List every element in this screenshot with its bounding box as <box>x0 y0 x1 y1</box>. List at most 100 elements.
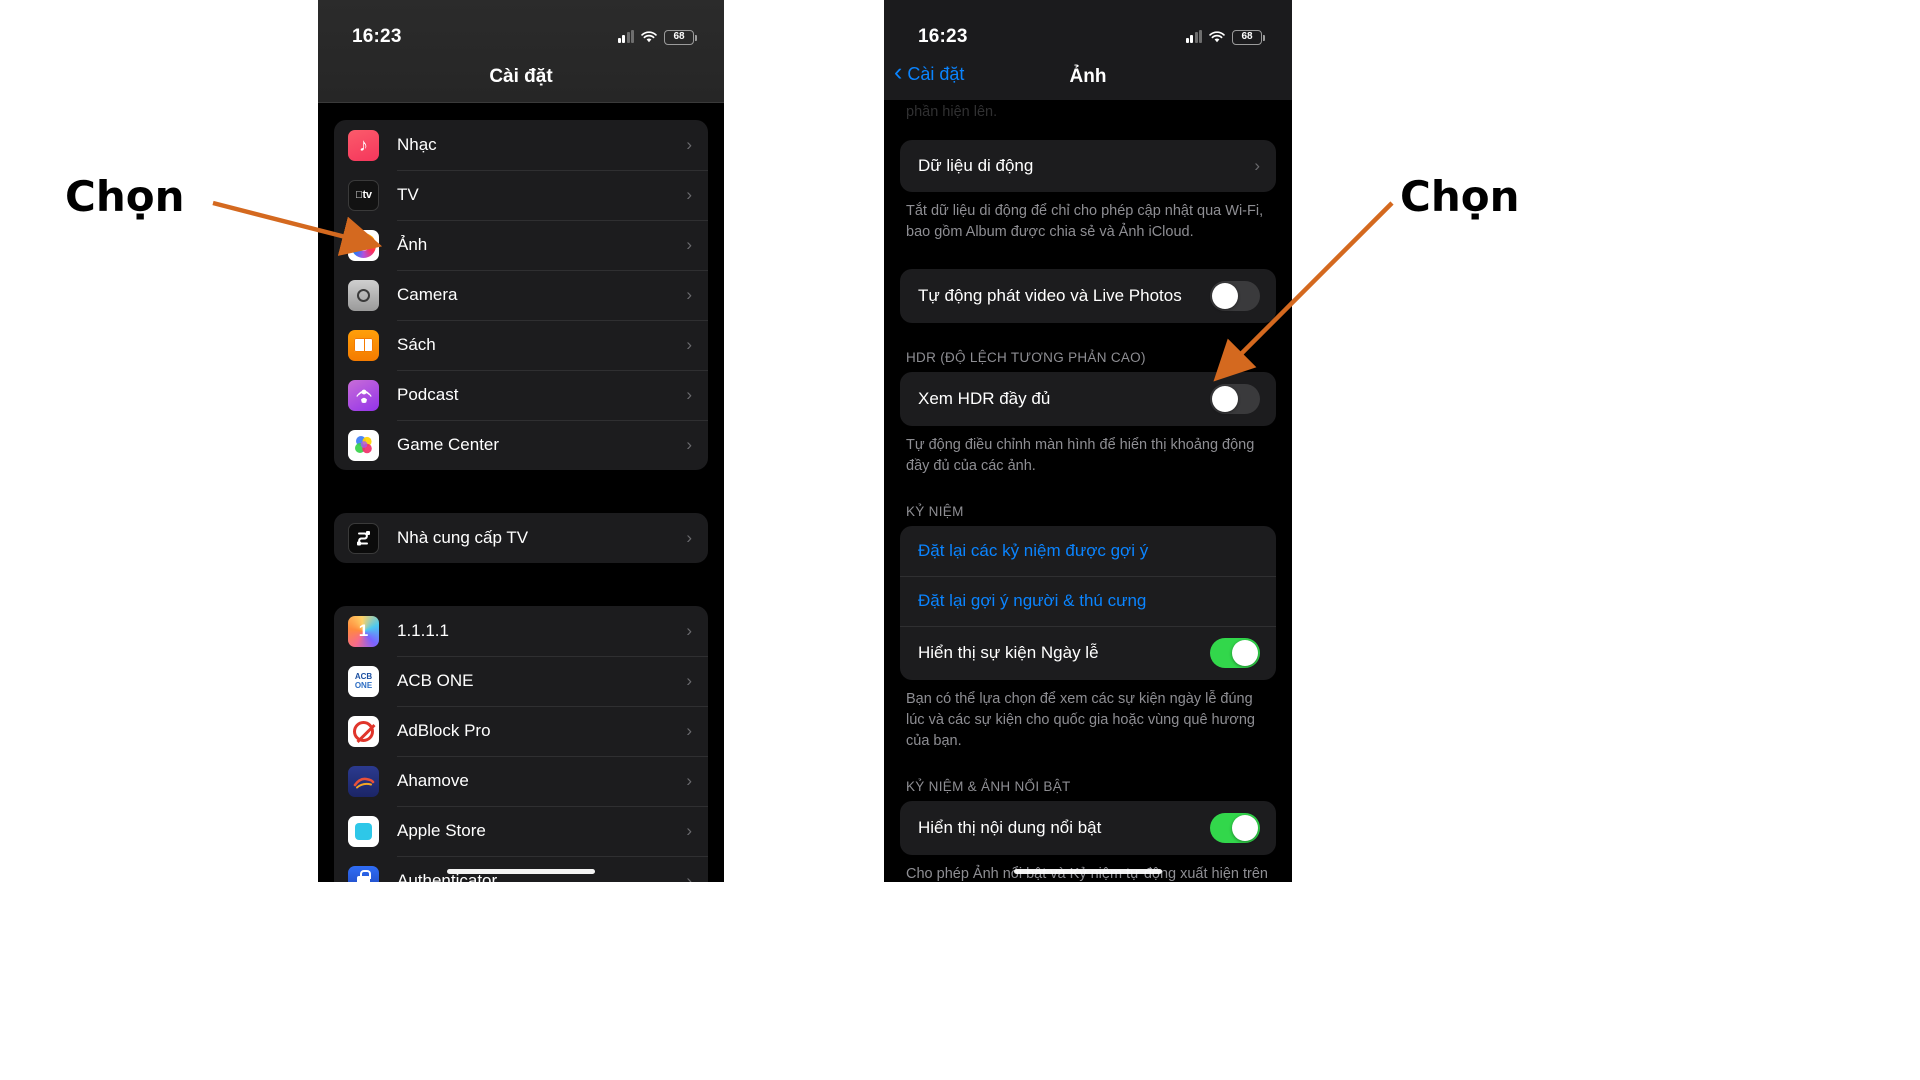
acb-icon-line2: ONE <box>354 681 373 690</box>
row-label: Game Center <box>397 435 500 454</box>
settings-row-acb-one[interactable]: ACB ONE ACB ONE › <box>334 656 708 706</box>
right-navigation-bar: 16:23 68 ‹ Cài đặt Ảnh <box>884 0 1292 100</box>
group-autoplay: Tự động phát video và Live Photos <box>900 269 1276 323</box>
status-time: 16:23 <box>352 26 402 47</box>
row-label: Ahamove <box>397 771 469 790</box>
row-label: Podcast <box>397 385 459 404</box>
row-label: Sách <box>397 335 436 354</box>
row-label: Apple Store <box>397 821 486 840</box>
row-reset-suggested-memories[interactable]: Đặt lại các kỷ niệm được gợi ý <box>900 526 1276 576</box>
settings-row-adblock-pro[interactable]: AdBlock Pro › <box>334 706 708 756</box>
settings-row-camera[interactable]: Camera › <box>334 270 708 320</box>
page-title: Ảnh <box>1069 66 1107 87</box>
settings-row-1111[interactable]: 1 1.1.1.1 › <box>334 606 708 656</box>
row-reset-people-pet-suggestions[interactable]: Đặt lại gợi ý người & thú cưng <box>900 576 1276 626</box>
settings-row-anh[interactable]: Ảnh › <box>334 220 708 270</box>
chevron-right-icon: › <box>686 621 692 640</box>
row-label: Đặt lại các kỷ niệm được gợi ý <box>918 541 1149 560</box>
battery-percent: 68 <box>673 31 685 42</box>
row-label: Nhà cung cấp TV <box>397 528 529 547</box>
footnote-cellular-data: Tắt dữ liệu di động để chỉ cho phép cập … <box>906 203 1264 240</box>
settings-row-game-center[interactable]: Game Center › <box>334 420 708 470</box>
settings-row-apple-store[interactable]: Apple Store › <box>334 806 708 856</box>
annotation-label-left: Chọn <box>65 172 185 221</box>
chevron-right-icon: › <box>686 435 692 454</box>
wifi-icon <box>1209 31 1225 43</box>
row-label: TV <box>397 185 419 204</box>
tv-provider-icon <box>348 522 379 554</box>
battery-percent: 68 <box>1241 31 1253 42</box>
left-phone-screenshot: 16:23 68 Cài đặt ♪ Nhạc › tv TV › Ảnh › … <box>318 0 724 882</box>
section-header-hdr: HDR (ĐỘ LỆCH TƯƠNG PHẢN CAO) <box>906 350 1146 365</box>
chevron-right-icon: › <box>686 385 692 404</box>
settings-row-tv-provider[interactable]: Nhà cung cấp TV › <box>334 513 708 563</box>
left-status-bar: 16:23 68 <box>318 0 724 58</box>
right-settings-scroll[interactable]: phần hiện lên. Dữ liệu di động › Tắt dữ … <box>884 0 1292 882</box>
settings-row-tv[interactable]: tv TV › <box>334 170 708 220</box>
home-indicator <box>447 869 595 874</box>
battery-icon: 68 <box>664 29 697 45</box>
row-label: 1.1.1.1 <box>397 621 449 640</box>
adblock-pro-icon <box>348 715 379 747</box>
section-header-memories: KỶ NIỆM <box>906 504 964 519</box>
row-label: Tự động phát video và Live Photos <box>918 286 1182 305</box>
chevron-right-icon: › <box>1254 156 1260 175</box>
left-navigation-bar: 16:23 68 Cài đặt <box>318 0 724 103</box>
row-label: Ảnh <box>397 235 428 254</box>
settings-row-sach[interactable]: Sách › <box>334 320 708 370</box>
one-one-icon: 1 <box>348 615 379 647</box>
chevron-right-icon: › <box>686 185 692 204</box>
toggle-autoplay-video[interactable] <box>1210 281 1260 311</box>
cellular-signal-icon <box>617 30 634 43</box>
podcast-icon <box>348 379 379 411</box>
left-settings-scroll[interactable]: ♪ Nhạc › tv TV › Ảnh › <box>318 103 724 882</box>
screenshot-stage: 16:23 68 Cài đặt ♪ Nhạc › tv TV › Ảnh › … <box>0 0 1920 1080</box>
gamecenter-icon <box>348 429 379 461</box>
row-label: Nhạc <box>397 135 437 154</box>
toggle-show-holiday-events[interactable] <box>1210 638 1260 668</box>
row-label: Camera <box>397 285 458 304</box>
settings-row-nhac[interactable]: ♪ Nhạc › <box>334 120 708 170</box>
settings-row-ahamove[interactable]: Ahamove › <box>334 756 708 806</box>
chevron-right-icon: › <box>686 135 692 154</box>
row-cellular-data[interactable]: Dữ liệu di động › <box>900 140 1276 192</box>
toggle-view-full-hdr[interactable] <box>1210 384 1260 414</box>
chevron-right-icon: › <box>686 235 692 254</box>
chevron-right-icon: › <box>686 871 692 882</box>
chevron-right-icon: › <box>686 821 692 840</box>
camera-icon <box>348 279 379 311</box>
row-label: ACB ONE <box>397 671 474 690</box>
row-autoplay-video[interactable]: Tự động phát video và Live Photos <box>900 269 1276 323</box>
row-label: Hiển thị nội dung nổi bật <box>918 818 1102 837</box>
page-title: Cài đặt <box>489 66 553 87</box>
footnote-memories: Bạn có thể lựa chọn để xem các sự kiện n… <box>906 691 1255 749</box>
row-label: Xem HDR đầy đủ <box>918 389 1051 408</box>
photos-icon <box>348 229 379 261</box>
row-view-full-hdr[interactable]: Xem HDR đầy đủ <box>900 372 1276 426</box>
group-memories: Đặt lại các kỷ niệm được gợi ý Đặt lại g… <box>900 526 1276 680</box>
chevron-right-icon: › <box>686 335 692 354</box>
status-indicators: 68 <box>617 29 697 45</box>
chevron-right-icon: › <box>686 721 692 740</box>
settings-group-apple-apps: ♪ Nhạc › tv TV › Ảnh › <box>334 120 708 470</box>
row-label: Hiển thị sự kiện Ngày lễ <box>918 643 1099 662</box>
ahamove-icon <box>348 765 379 797</box>
settings-group-tv-provider: Nhà cung cấp TV › <box>334 513 708 563</box>
group-featured: Hiển thị nội dung nổi bật <box>900 801 1276 855</box>
group-hdr: Xem HDR đầy đủ <box>900 372 1276 426</box>
chevron-right-icon: › <box>686 528 692 547</box>
acb-one-icon: ACB ONE <box>348 665 379 697</box>
chevron-right-icon: › <box>686 771 692 790</box>
group-cellular-data: Dữ liệu di động › <box>900 140 1276 192</box>
right-status-bar: 16:23 68 <box>884 0 1292 58</box>
cellular-signal-icon <box>1185 30 1202 43</box>
toggle-show-featured-content[interactable] <box>1210 813 1260 843</box>
one-icon-label: 1 <box>358 621 369 640</box>
settings-row-podcast[interactable]: Podcast › <box>334 370 708 420</box>
row-show-holiday-events[interactable]: Hiển thị sự kiện Ngày lễ <box>900 626 1276 680</box>
row-show-featured-content[interactable]: Hiển thị nội dung nổi bật <box>900 801 1276 855</box>
music-icon: ♪ <box>348 129 379 161</box>
section-header-featured: KỶ NIỆM & ẢNH NỔI BẬT <box>906 779 1071 794</box>
row-label: Dữ liệu di động <box>918 156 1034 175</box>
appletv-icon-label: tv <box>358 189 372 201</box>
